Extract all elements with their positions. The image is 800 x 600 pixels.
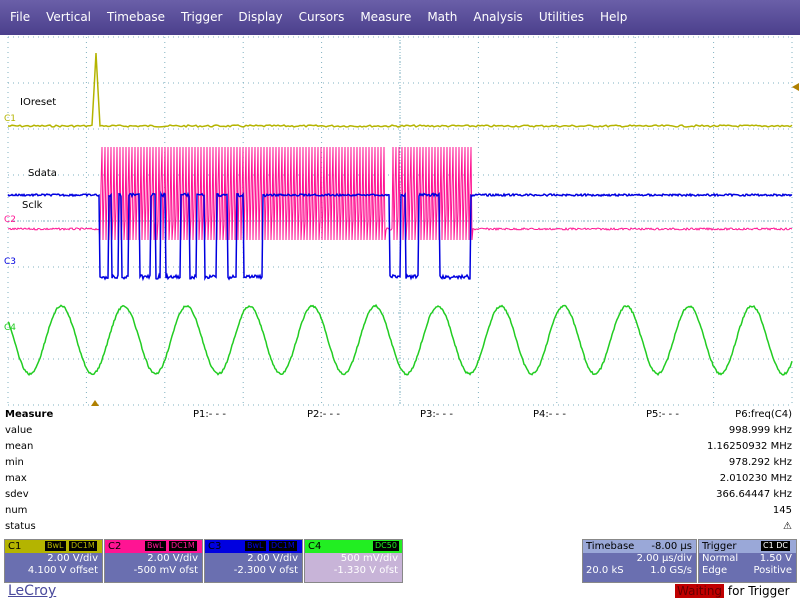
c3-vdiv: 2.00 V/div [247, 553, 298, 564]
c3-offset: -2.300 V ofst [233, 565, 298, 576]
param-p6[interactable]: P6:freq(C4) [735, 409, 792, 420]
trigger-status: Waiting for Trigger [675, 584, 790, 598]
for-trigger-text: for Trigger [727, 584, 790, 598]
timebase-title: Timebase [586, 541, 635, 552]
measure-row-sdev: sdev 366.64447 kHz [0, 487, 800, 503]
waveform-grid [7, 36, 799, 406]
c3-bw-tag: BwL [245, 541, 266, 551]
measure-header-row: Measure P1:- - - P2:- - - P3:- - - P4:- … [0, 407, 800, 423]
measure-row-value: 998.999 kHz [728, 425, 792, 436]
trigger-descriptor[interactable]: Trigger C1 DC Normal 1.50 V Edge Positiv… [698, 539, 797, 583]
menu-measure[interactable]: Measure [352, 0, 419, 35]
c3-name: C3 [208, 541, 222, 552]
measure-row-min: min 978.292 kHz [0, 455, 800, 471]
trigger-source-tag: C1 DC [761, 541, 790, 551]
menu-analysis[interactable]: Analysis [465, 0, 530, 35]
lecroy-logo: LeCroy [8, 583, 57, 599]
waiting-badge: Waiting [675, 584, 725, 598]
measure-row-num: num 145 [0, 503, 800, 519]
trace-label-ioreset: IOreset [20, 97, 57, 108]
measure-row-label: sdev [5, 489, 29, 500]
timebase-tdiv: 2.00 µs/div [636, 553, 692, 564]
menu-cursors[interactable]: Cursors [291, 0, 353, 35]
c3-coupling-tag: DC1M [269, 541, 297, 551]
c1-descriptor[interactable]: C1 BwL DC1M 2.00 V/div 4.100 V offset [4, 539, 103, 583]
trace-label-sdata: Sdata [28, 168, 57, 179]
param-p1[interactable]: P1:- - - [193, 409, 226, 420]
measure-row-value: 978.292 kHz [728, 457, 792, 468]
c2-coupling-tag: DC1M [169, 541, 197, 551]
c3-ground-marker[interactable]: C3 [4, 257, 16, 267]
measure-row-label: mean [5, 441, 34, 452]
c1-offset: 4.100 V offset [27, 565, 98, 576]
param-p3[interactable]: P3:- - - [420, 409, 453, 420]
c2-ground-marker[interactable]: C2 [4, 215, 16, 225]
measure-row-value: 2.010230 MHz [719, 473, 792, 484]
measure-row-max: max 2.010230 MHz [0, 471, 800, 487]
c4-vdiv: 500 mV/div [340, 553, 398, 564]
c3-descriptor[interactable]: C3 BwL DC1M 2.00 V/div -2.300 V ofst [204, 539, 303, 583]
c2-vdiv: 2.00 V/div [147, 553, 198, 564]
measure-row-label: status [5, 521, 36, 532]
menu-math[interactable]: Math [419, 0, 465, 35]
measure-row-value: 145 [772, 505, 792, 516]
timebase-delay: -8.00 µs [651, 541, 692, 552]
timebase-descriptor[interactable]: Timebase -8.00 µs 2.00 µs/div 20.0 kS 1.… [582, 539, 697, 583]
measure-row-label: max [5, 473, 27, 484]
trigger-position-marker [91, 400, 99, 406]
menu-file[interactable]: File [0, 0, 38, 35]
menu-timebase[interactable]: Timebase [99, 0, 173, 35]
c2-descriptor[interactable]: C2 BwL DC1M 2.00 V/div -500 mV ofst [104, 539, 203, 583]
menu-vertical[interactable]: Vertical [38, 0, 99, 35]
c1-coupling-tag: DC1M [69, 541, 97, 551]
c2-offset: -500 mV ofst [133, 565, 198, 576]
measure-row-label: min [5, 457, 24, 468]
channel-panel: C1 BwL DC1M 2.00 V/div 4.100 V offset C2… [0, 537, 800, 583]
param-p2[interactable]: P2:- - - [307, 409, 340, 420]
menu-trigger[interactable]: Trigger [173, 0, 230, 35]
timebase-rate: 1.0 GS/s [650, 565, 692, 576]
measure-row-label: value [5, 425, 33, 436]
c4-ground-marker[interactable]: C4 [4, 323, 16, 333]
menu-bar: File Vertical Timebase Trigger Display Cursor… [0, 0, 800, 35]
c4-offset: -1.330 V ofst [333, 565, 398, 576]
measure-row-value: 1.16250932 MHz [706, 441, 792, 452]
trigger-level: 1.50 V [759, 553, 792, 564]
measure-row-value: value 998.999 kHz [0, 423, 800, 439]
c1-vdiv: 2.00 V/div [47, 553, 98, 564]
menu-help[interactable]: Help [592, 0, 635, 35]
timebase-samples: 20.0 kS [586, 565, 624, 576]
menu-utilities[interactable]: Utilities [531, 0, 592, 35]
trigger-mode: Normal [702, 553, 739, 564]
measure-table: Measure P1:- - - P2:- - - P3:- - - P4:- … [0, 407, 800, 537]
trigger-title: Trigger [702, 541, 737, 552]
c4-descriptor[interactable]: C4 DC50 500 mV/div -1.330 V ofst [304, 539, 403, 583]
c1-name: C1 [8, 541, 22, 552]
trigger-level-marker [792, 83, 799, 91]
c4-name: C4 [308, 541, 322, 552]
status-bar: LeCroy Waiting for Trigger [0, 583, 800, 600]
trace-label-sclk: Sclk [22, 200, 43, 211]
measure-row-value: ⚠ [783, 521, 792, 532]
c2-bw-tag: BwL [145, 541, 166, 551]
measure-row-value: 366.64447 kHz [716, 489, 792, 500]
param-p4[interactable]: P4:- - - [533, 409, 566, 420]
param-p5[interactable]: P5:- - - [646, 409, 679, 420]
trigger-type: Edge [702, 565, 728, 576]
measure-row-mean: mean 1.16250932 MHz [0, 439, 800, 455]
waveform-display[interactable]: IOreset Sdata Sclk C1 C2 C3 C4 [0, 35, 800, 407]
c4-coupling-tag: DC50 [373, 541, 399, 551]
menu-display[interactable]: Display [230, 0, 290, 35]
c2-name: C2 [108, 541, 122, 552]
measure-row-label: num [5, 505, 28, 516]
trigger-slope: Positive [753, 565, 792, 576]
measure-title: Measure [5, 409, 54, 420]
measure-row-status: status ⚠ [0, 519, 800, 535]
c1-ground-marker[interactable]: C1 [4, 114, 16, 124]
c1-bw-tag: BwL [45, 541, 66, 551]
